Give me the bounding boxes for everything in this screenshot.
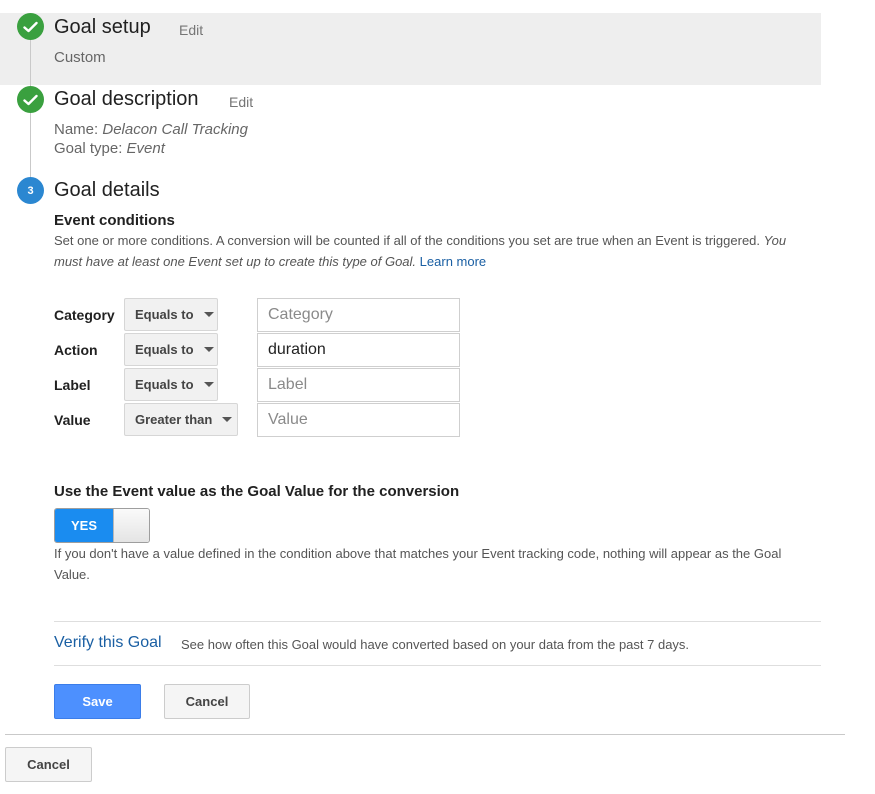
toggle-on-label: YES xyxy=(55,509,113,542)
value-input[interactable] xyxy=(257,403,460,437)
step1-title: Goal setup xyxy=(54,16,151,38)
action-input[interactable] xyxy=(257,333,460,367)
event-conditions-help: Set one or more conditions. A conversion… xyxy=(54,230,809,272)
footer-cancel-button[interactable]: Cancel xyxy=(5,747,92,782)
label-input[interactable] xyxy=(257,368,460,402)
step1-edit-link[interactable]: Edit xyxy=(179,22,203,38)
chevron-down-icon xyxy=(222,417,233,422)
cancel-button[interactable]: Cancel xyxy=(164,684,250,719)
chevron-down-icon xyxy=(203,382,214,387)
goal-type-value: Event xyxy=(126,140,165,157)
category-operator-dropdown[interactable]: Equals to xyxy=(124,298,218,331)
condition-label-category: Category xyxy=(54,307,115,323)
learn-more-link[interactable]: Learn more xyxy=(420,254,486,269)
event-conditions-help-text: Set one or more conditions. A conversion… xyxy=(54,233,761,248)
value-operator-value: Greater than xyxy=(135,412,213,427)
step3-title: Goal details xyxy=(54,179,160,201)
event-conditions-heading: Event conditions xyxy=(54,212,175,229)
save-button[interactable]: Save xyxy=(54,684,141,719)
goal-value-note: If you don't have a value defined in the… xyxy=(54,546,782,582)
step2-title: Goal description xyxy=(54,88,199,110)
footer-divider xyxy=(5,734,845,735)
condition-label-value: Value xyxy=(54,412,91,428)
verify-goal-link[interactable]: Verify this Goal xyxy=(54,634,162,652)
goal-type-label: Goal type: xyxy=(54,140,123,157)
chevron-down-icon xyxy=(203,312,214,317)
value-operator-dropdown[interactable]: Greater than xyxy=(124,403,238,436)
chevron-down-icon xyxy=(203,347,214,352)
divider xyxy=(54,665,821,666)
toggle-knob xyxy=(113,509,149,542)
step1-check-icon xyxy=(17,13,44,40)
divider xyxy=(54,621,821,622)
goal-name-line: Name: Delacon Call Tracking xyxy=(54,121,248,138)
step1-value: Custom xyxy=(54,49,106,66)
condition-label-label: Label xyxy=(54,377,91,393)
goal-value-toggle[interactable]: YES xyxy=(54,508,150,543)
goal-type-line: Goal type: Event xyxy=(54,140,165,157)
action-operator-value: Equals to xyxy=(135,342,194,357)
action-operator-dropdown[interactable]: Equals to xyxy=(124,333,218,366)
step3-number-badge: 3 xyxy=(17,177,44,204)
step2-edit-link[interactable]: Edit xyxy=(229,94,253,110)
goal-value-heading: Use the Event value as the Goal Value fo… xyxy=(54,483,460,500)
goal-name-label: Name: xyxy=(54,121,99,138)
label-operator-dropdown[interactable]: Equals to xyxy=(124,368,218,401)
label-operator-value: Equals to xyxy=(135,377,194,392)
category-input[interactable] xyxy=(257,298,460,332)
goal-name-value: Delacon Call Tracking xyxy=(102,121,248,138)
verify-goal-description: See how often this Goal would have conve… xyxy=(181,637,690,652)
category-operator-value: Equals to xyxy=(135,307,194,322)
step2-check-icon xyxy=(17,86,44,113)
condition-label-action: Action xyxy=(54,342,98,358)
